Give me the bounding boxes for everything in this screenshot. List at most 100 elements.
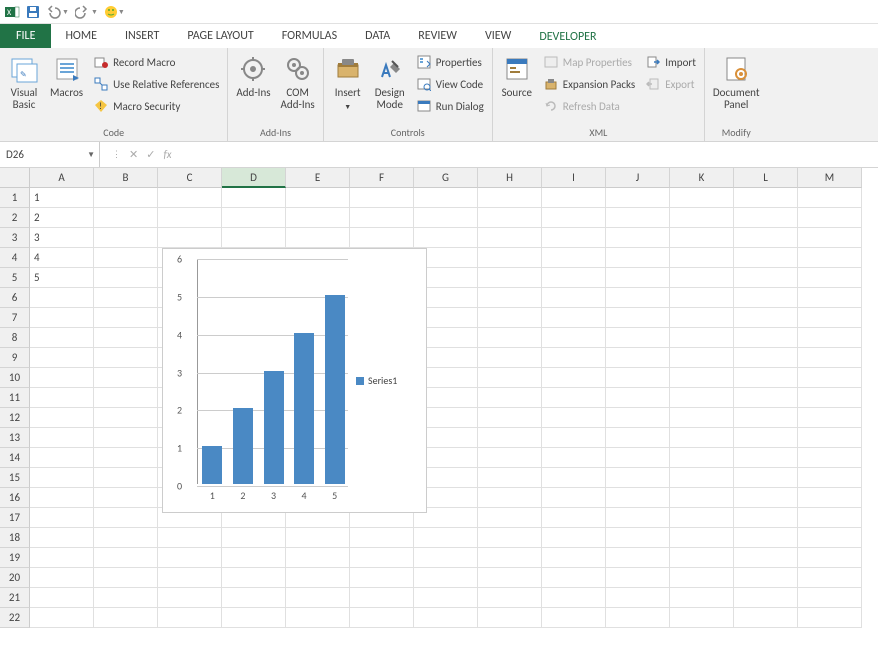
select-all-corner[interactable] bbox=[0, 168, 30, 188]
cell[interactable] bbox=[670, 348, 734, 368]
cell[interactable] bbox=[606, 488, 670, 508]
cell[interactable] bbox=[798, 488, 862, 508]
cell[interactable] bbox=[94, 248, 158, 268]
cell[interactable] bbox=[30, 328, 94, 348]
cell[interactable] bbox=[734, 508, 798, 528]
column-header[interactable]: J bbox=[606, 168, 670, 188]
cell[interactable] bbox=[606, 328, 670, 348]
cell[interactable] bbox=[670, 428, 734, 448]
column-header[interactable]: I bbox=[542, 168, 606, 188]
cell[interactable] bbox=[222, 208, 286, 228]
cell[interactable] bbox=[734, 428, 798, 448]
row-header[interactable]: 21 bbox=[0, 588, 30, 608]
cell[interactable] bbox=[670, 268, 734, 288]
cell[interactable] bbox=[158, 568, 222, 588]
cell[interactable] bbox=[222, 188, 286, 208]
cell[interactable] bbox=[734, 348, 798, 368]
cell[interactable] bbox=[734, 368, 798, 388]
cell[interactable] bbox=[542, 568, 606, 588]
row-header[interactable]: 10 bbox=[0, 368, 30, 388]
cell[interactable] bbox=[94, 208, 158, 228]
column-header[interactable]: E bbox=[286, 168, 350, 188]
cell[interactable] bbox=[542, 588, 606, 608]
column-header[interactable]: G bbox=[414, 168, 478, 188]
cell[interactable] bbox=[606, 388, 670, 408]
cell[interactable] bbox=[670, 448, 734, 468]
cell[interactable] bbox=[222, 588, 286, 608]
cell[interactable] bbox=[30, 428, 94, 448]
cell[interactable] bbox=[670, 408, 734, 428]
cell[interactable] bbox=[158, 588, 222, 608]
cell[interactable] bbox=[542, 508, 606, 528]
cell[interactable] bbox=[734, 208, 798, 228]
column-header[interactable]: B bbox=[94, 168, 158, 188]
cell[interactable] bbox=[734, 308, 798, 328]
cell[interactable] bbox=[798, 468, 862, 488]
name-box[interactable]: D26 ▼ bbox=[0, 142, 100, 167]
cell[interactable] bbox=[94, 408, 158, 428]
cell[interactable] bbox=[734, 528, 798, 548]
cell[interactable] bbox=[478, 588, 542, 608]
tab-view[interactable]: VIEW bbox=[471, 24, 525, 48]
tab-formulas[interactable]: FORMULAS bbox=[268, 24, 351, 48]
cell[interactable] bbox=[94, 568, 158, 588]
redo-icon[interactable]: ▼ bbox=[75, 5, 98, 19]
cell[interactable] bbox=[542, 408, 606, 428]
cell[interactable] bbox=[94, 188, 158, 208]
cell[interactable] bbox=[222, 548, 286, 568]
cell[interactable] bbox=[478, 508, 542, 528]
design-mode-button[interactable]: Design Mode bbox=[370, 51, 410, 111]
cell[interactable]: 4 bbox=[30, 248, 94, 268]
row-header[interactable]: 16 bbox=[0, 488, 30, 508]
cell[interactable] bbox=[542, 428, 606, 448]
cell[interactable] bbox=[734, 188, 798, 208]
cell[interactable] bbox=[478, 408, 542, 428]
cell[interactable] bbox=[350, 568, 414, 588]
cell[interactable] bbox=[606, 288, 670, 308]
cell[interactable] bbox=[286, 188, 350, 208]
insert-control-button[interactable]: Insert ▼ bbox=[328, 51, 368, 113]
cell[interactable] bbox=[94, 468, 158, 488]
column-header[interactable]: M bbox=[798, 168, 862, 188]
cell[interactable] bbox=[734, 268, 798, 288]
cell[interactable] bbox=[414, 608, 478, 628]
cell[interactable] bbox=[542, 328, 606, 348]
import-button[interactable]: Import bbox=[641, 51, 700, 73]
cell[interactable] bbox=[414, 568, 478, 588]
cell[interactable] bbox=[798, 348, 862, 368]
cell[interactable] bbox=[734, 228, 798, 248]
cell[interactable] bbox=[478, 388, 542, 408]
addins-button[interactable]: Add-Ins bbox=[232, 51, 274, 99]
cell[interactable] bbox=[734, 588, 798, 608]
cell[interactable] bbox=[30, 288, 94, 308]
cell[interactable] bbox=[542, 488, 606, 508]
cell[interactable] bbox=[350, 588, 414, 608]
cell[interactable] bbox=[606, 348, 670, 368]
cell[interactable] bbox=[606, 528, 670, 548]
tab-insert[interactable]: INSERT bbox=[111, 24, 173, 48]
cell[interactable] bbox=[30, 408, 94, 428]
column-header[interactable]: F bbox=[350, 168, 414, 188]
cell[interactable] bbox=[94, 528, 158, 548]
cell[interactable] bbox=[30, 528, 94, 548]
cell[interactable] bbox=[798, 288, 862, 308]
cell[interactable] bbox=[606, 428, 670, 448]
cell[interactable] bbox=[798, 508, 862, 528]
cell[interactable] bbox=[94, 328, 158, 348]
cell[interactable] bbox=[734, 448, 798, 468]
cell[interactable] bbox=[478, 248, 542, 268]
cell[interactable] bbox=[30, 308, 94, 328]
cell[interactable] bbox=[478, 288, 542, 308]
cell[interactable] bbox=[734, 388, 798, 408]
cell[interactable] bbox=[30, 568, 94, 588]
cell[interactable] bbox=[222, 228, 286, 248]
tab-developer[interactable]: DEVELOPER bbox=[525, 24, 610, 48]
cell[interactable] bbox=[606, 368, 670, 388]
cell[interactable] bbox=[478, 348, 542, 368]
cell[interactable] bbox=[286, 568, 350, 588]
expansion-packs-button[interactable]: Expansion Packs bbox=[539, 73, 639, 95]
row-header[interactable]: 9 bbox=[0, 348, 30, 368]
fx-icon[interactable]: fx bbox=[163, 148, 171, 161]
cell[interactable] bbox=[478, 548, 542, 568]
cell[interactable] bbox=[542, 448, 606, 468]
